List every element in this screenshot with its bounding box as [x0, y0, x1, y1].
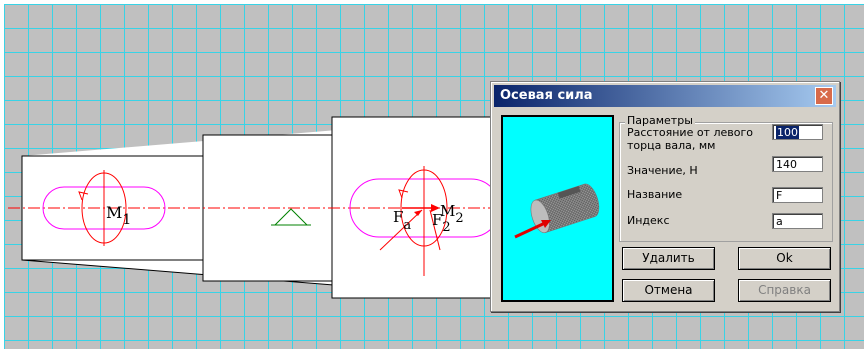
- name-input[interactable]: F: [772, 187, 823, 203]
- help-button[interactable]: Справка: [738, 279, 831, 302]
- cancel-button[interactable]: Отмена: [622, 279, 715, 302]
- index-value: a: [776, 215, 783, 228]
- index-label: Индекс: [627, 214, 670, 227]
- distance-input[interactable]: 100: [772, 124, 823, 140]
- delete-button[interactable]: Удалить: [622, 247, 715, 270]
- index-input[interactable]: a: [772, 213, 823, 229]
- name-value: F: [776, 189, 783, 202]
- value-value: 140: [776, 158, 797, 171]
- close-icon[interactable]: ✕: [815, 87, 833, 105]
- axial-force-shaft-icon: [514, 183, 600, 239]
- dialog-titlebar[interactable]: Осевая сила ✕: [494, 85, 836, 107]
- value-input[interactable]: 140: [772, 156, 823, 172]
- name-label: Название: [627, 188, 683, 201]
- value-label: Значение, Н: [627, 164, 698, 177]
- distance-value: 100: [776, 126, 799, 139]
- axial-force-dialog: Осевая сила ✕ Параметры Расстояние от ле…: [490, 81, 840, 312]
- ok-button[interactable]: Ok: [738, 247, 831, 270]
- dialog-title: Осевая сила: [500, 88, 593, 103]
- preview-panel: [501, 115, 614, 302]
- distance-label: Расстояние от левого торца вала, мм: [627, 126, 753, 152]
